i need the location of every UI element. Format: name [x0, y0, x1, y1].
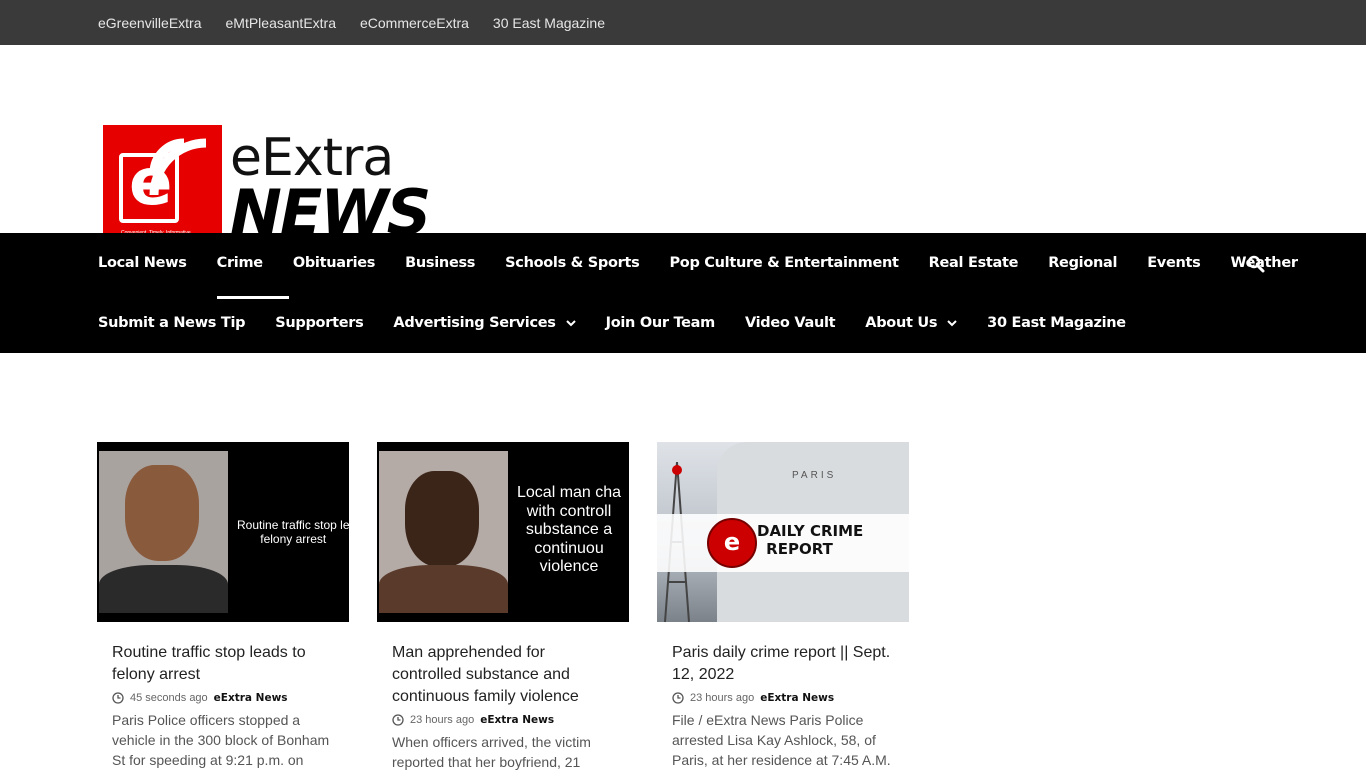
- mugshot-image: [379, 451, 508, 613]
- site-logo[interactable]: e Convenient. Timely. Informative. eExtr…: [103, 125, 431, 244]
- post-title[interactable]: Routine traffic stop leads to felony arr…: [112, 642, 334, 686]
- signal-waves-icon: [149, 138, 207, 196]
- post-title[interactable]: Man apprehended for controlled substance…: [392, 642, 614, 708]
- post-title[interactable]: Paris daily crime report || Sept. 12, 20…: [672, 642, 894, 686]
- main-navigation: Local News Crime Obituaries Business Sch…: [0, 233, 1366, 353]
- post-card: Routine traffic stop le felony arrest Ro…: [97, 442, 349, 772]
- topbar-link-egreenvilleextra[interactable]: eGreenvilleExtra: [98, 15, 202, 31]
- mugshot-shirt: [379, 565, 508, 613]
- post-meta: 23 hours ago eExtra News: [392, 714, 614, 726]
- post-time: 45 seconds ago: [130, 692, 208, 704]
- clock-icon: [672, 692, 684, 704]
- nav-crime[interactable]: Crime: [216, 255, 289, 299]
- daily-crime-report-label: DAILY CRIME REPORT: [757, 522, 864, 558]
- nav-advertising-services[interactable]: Advertising Services: [393, 315, 576, 331]
- nav-schools-sports[interactable]: Schools & Sports: [505, 255, 640, 271]
- post-card: Local man cha with controll substance a …: [377, 442, 629, 772]
- logo-wordmark: eExtra NEWS: [230, 131, 431, 244]
- nav-30-east-magazine[interactable]: 30 East Magazine: [987, 315, 1126, 331]
- thumbnail-caption: Routine traffic stop le felony arrest: [237, 518, 349, 546]
- nav-events[interactable]: Events: [1147, 255, 1201, 271]
- post-grid: Routine traffic stop le felony arrest Ro…: [97, 442, 909, 772]
- thumbnail-caption: Local man cha with controll substance a …: [517, 484, 622, 575]
- nav-real-estate[interactable]: Real Estate: [929, 255, 1019, 271]
- nav-row-primary: Local News Crime Obituaries Business Sch…: [98, 233, 1328, 299]
- clock-icon: [112, 692, 124, 704]
- mugshot-face: [405, 471, 479, 567]
- nav-obituaries[interactable]: Obituaries: [293, 255, 376, 271]
- post-thumbnail[interactable]: Local man cha with controll substance a …: [377, 442, 629, 622]
- search-icon[interactable]: [1247, 255, 1265, 273]
- nav-business[interactable]: Business: [405, 255, 475, 271]
- post-excerpt: When officers arrived, the victim report…: [392, 734, 591, 770]
- post-excerpt: Paris Police officers stopped a vehicle …: [112, 712, 330, 768]
- post-author[interactable]: eExtra News: [214, 692, 288, 704]
- nav-local-news[interactable]: Local News: [98, 255, 187, 271]
- post-time: 23 hours ago: [690, 692, 755, 704]
- nav-supporters[interactable]: Supporters: [275, 315, 363, 331]
- nav-regional[interactable]: Regional: [1048, 255, 1117, 271]
- post-excerpt: File / eExtra News Paris Police arrested…: [672, 712, 891, 768]
- post-card: PARIS e DAILY CRIME REPORT Paris daily c…: [657, 442, 909, 772]
- post-meta: 23 hours ago eExtra News: [672, 692, 894, 704]
- nav-about-us[interactable]: About Us: [865, 315, 957, 331]
- topbar-link-30-east-magazine[interactable]: 30 East Magazine: [493, 15, 605, 31]
- mugshot-shirt: [99, 565, 228, 613]
- logo-mark: e Convenient. Timely. Informative.: [103, 125, 222, 244]
- post-meta: 45 seconds ago eExtra News: [112, 692, 334, 704]
- chevron-down-icon: [565, 320, 576, 327]
- mugshot-face: [125, 465, 199, 561]
- topbar-link-ecommerceextra[interactable]: eCommerceExtra: [360, 15, 469, 31]
- eextra-logo-badge: e: [707, 518, 757, 568]
- mugshot-image: [99, 451, 228, 613]
- post-author[interactable]: eExtra News: [480, 714, 554, 726]
- post-author[interactable]: eExtra News: [760, 692, 834, 704]
- nav-video-vault[interactable]: Video Vault: [745, 315, 836, 331]
- site-header: e Convenient. Timely. Informative. eExtr…: [0, 45, 1366, 244]
- top-bar: eGreenvilleExtra eMtPleasantExtra eComme…: [0, 0, 1366, 45]
- post-time: 23 hours ago: [410, 714, 475, 726]
- topbar-link-emtpleasantextra[interactable]: eMtPleasantExtra: [226, 15, 337, 31]
- post-thumbnail[interactable]: PARIS e DAILY CRIME REPORT: [657, 442, 909, 622]
- post-thumbnail[interactable]: Routine traffic stop le felony arrest: [97, 442, 349, 622]
- car-door-text: PARIS: [792, 470, 837, 481]
- nav-join-our-team[interactable]: Join Our Team: [606, 315, 716, 331]
- nav-pop-culture[interactable]: Pop Culture & Entertainment: [669, 255, 898, 271]
- nav-advertising-services-label: Advertising Services: [393, 315, 556, 331]
- chevron-down-icon: [947, 320, 957, 327]
- clock-icon: [392, 714, 404, 726]
- nav-row-secondary: Submit a News Tip Supporters Advertising…: [98, 293, 1156, 353]
- nav-submit-news-tip[interactable]: Submit a News Tip: [98, 315, 246, 331]
- nav-about-us-label: About Us: [865, 315, 938, 331]
